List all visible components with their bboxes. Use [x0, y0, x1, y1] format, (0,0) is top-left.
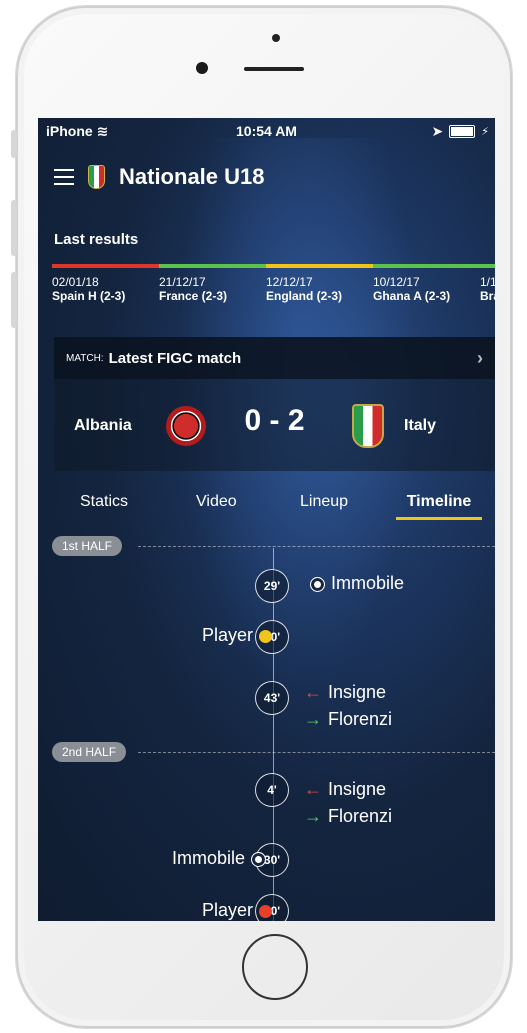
event-player: Immobile [171, 848, 245, 868]
first-half-badge: 1st HALF [52, 536, 123, 556]
tab-statics[interactable]: Statics [80, 493, 128, 511]
charging-icon: ⚡ [481, 126, 489, 138]
last-results-title: Last results [54, 231, 139, 248]
menu-icon[interactable] [54, 169, 74, 185]
result-team: France (2-3) [159, 289, 228, 303]
chevron-right-icon[interactable]: › [477, 348, 483, 369]
sub-in-player: Florenzi [328, 806, 393, 826]
result-item[interactable]: 1/12/ Bra [480, 264, 495, 303]
half-divider [138, 546, 495, 547]
figc-shield-icon [88, 165, 105, 189]
match-card[interactable]: MATCH: Latest FIGC match › Albania 0 - 2… [54, 337, 495, 471]
event-minute: 43' [255, 681, 289, 715]
result-date: 1/12/ [480, 275, 495, 289]
page-title: Nationale U18 [119, 164, 265, 189]
red-card-icon [259, 904, 272, 918]
result-date: 10/12/17 [373, 275, 420, 289]
arrow-left-icon: ← [304, 779, 322, 799]
timeline-event-goal: Immobile [172, 848, 272, 869]
arrow-right-icon: → [304, 806, 322, 826]
result-team: Ghana A (2-3) [373, 289, 451, 303]
app-header: Nationale U18 [54, 164, 265, 190]
sub-in-player: Florenzi [328, 709, 393, 729]
last-results-list: 02/01/18 Spain H (2-3) 21/12/17 France (… [52, 264, 495, 303]
away-team: Italy [404, 417, 437, 434]
event-minute: 4' [255, 773, 289, 807]
timeline-event-red-card: Player [202, 900, 272, 921]
mute-switch [11, 130, 17, 158]
match-header[interactable]: MATCH: Latest FIGC match › [54, 337, 495, 379]
tab-timeline[interactable]: Timeline [396, 493, 482, 520]
home-button[interactable] [242, 934, 308, 1000]
match-tabs: Statics Video Lineup Timeline [38, 488, 495, 520]
result-date: 02/01/18 [52, 275, 99, 289]
result-date: 12/12/17 [266, 275, 313, 289]
volume-up-button [11, 200, 17, 256]
timeline-event-substitution: ← Insigne → Florenzi [304, 682, 392, 730]
app-screen: iPhone ≋ 10:54 AM ➤ ⚡ Nationale U18 Last… [38, 118, 495, 921]
front-camera [196, 62, 208, 74]
status-time: 10:54 AM [236, 123, 297, 139]
volume-down-button [11, 272, 17, 328]
ball-icon [251, 851, 266, 867]
result-item[interactable]: 21/12/17 France (2-3) [159, 264, 266, 303]
event-minute: 29' [255, 569, 289, 603]
battery-icon [449, 125, 476, 138]
score-row: Albania 0 - 2 Italy [54, 379, 495, 469]
event-player: Player [201, 625, 253, 645]
event-player: Player [201, 900, 253, 920]
location-arrow-icon: ➤ [431, 123, 444, 139]
tab-video[interactable]: Video [196, 493, 237, 511]
proximity-sensor [272, 34, 280, 42]
yellow-card-icon [259, 629, 272, 643]
ball-icon [310, 576, 325, 592]
arrow-right-icon: → [304, 709, 322, 729]
match-label: MATCH: [66, 352, 104, 364]
tab-lineup[interactable]: Lineup [300, 493, 348, 511]
timeline-event-goal: Immobile [304, 573, 404, 594]
sub-out-player: Insigne [328, 779, 387, 799]
status-bar: iPhone ≋ 10:54 AM ➤ ⚡ [38, 118, 495, 144]
timeline-event-yellow-card: Player [202, 625, 272, 646]
result-item[interactable]: 10/12/17 Ghana A (2-3) [373, 264, 480, 303]
result-team: Spain H (2-3) [52, 289, 126, 303]
event-player: Immobile [331, 573, 405, 593]
result-date: 21/12/17 [159, 275, 206, 289]
result-team: England (2-3) [266, 289, 343, 303]
result-item[interactable]: 02/01/18 Spain H (2-3) [52, 264, 159, 303]
match-title: Latest FIGC match [108, 349, 242, 367]
sub-out-player: Insigne [328, 682, 387, 702]
status-right: ➤ ⚡ [432, 123, 489, 140]
arrow-left-icon: ← [304, 682, 322, 702]
earpiece-speaker [244, 67, 304, 71]
half-divider [138, 752, 495, 753]
result-item[interactable]: 12/12/17 England (2-3) [266, 264, 373, 303]
timeline-event-substitution: ← Insigne → Florenzi [304, 779, 392, 827]
result-team: Bra [480, 289, 495, 303]
italy-crest-icon [352, 404, 384, 448]
second-half-badge: 2nd HALF [52, 742, 127, 762]
